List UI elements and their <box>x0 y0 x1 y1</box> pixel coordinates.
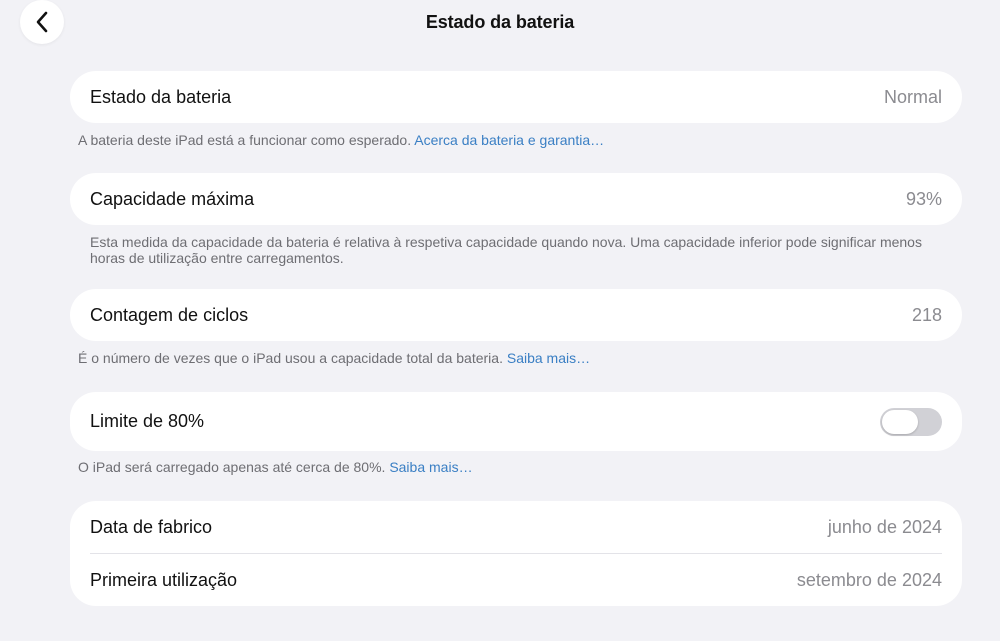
battery-state-note: A bateria deste iPad está a funcionar co… <box>78 132 412 148</box>
cycle-count-learn-more-link[interactable]: Saiba mais… <box>507 350 590 366</box>
dates-card: Data de fabrico junho de 2024 Primeira u… <box>70 501 962 606</box>
limit-80-learn-more-link[interactable]: Saiba mais… <box>389 459 472 475</box>
first-use-value: setembro de 2024 <box>796 569 942 590</box>
limit-80-toggle[interactable] <box>880 407 942 436</box>
cycle-count-card: Contagem de ciclos 218 <box>70 289 962 341</box>
limit-80-card: Limite de 80% <box>70 392 962 451</box>
manufacture-date-label: Data de fabrico <box>90 516 213 537</box>
max-capacity-value: 93% <box>905 188 942 209</box>
toggle-knob <box>882 409 918 434</box>
battery-state-value: Normal <box>883 86 942 107</box>
first-use-label: Primeira utilização <box>90 569 238 590</box>
battery-state-footnote: A bateria deste iPad está a funcionar co… <box>78 132 604 148</box>
limit-80-label: Limite de 80% <box>90 411 205 431</box>
limit-80-note: O iPad será carregado apenas até cerca d… <box>78 459 386 475</box>
max-capacity-footnote: Esta medida da capacidade da bateria é r… <box>90 234 950 266</box>
cycle-count-note: É o número de vezes que o iPad usou a ca… <box>78 350 503 366</box>
page-title: Estado da bateria <box>425 12 575 32</box>
cycle-count-footnote: É o número de vezes que o iPad usou a ca… <box>78 350 590 366</box>
manufacture-date-value: junho de 2024 <box>827 516 942 537</box>
manufacture-date-row: Data de fabrico junho de 2024 <box>70 501 962 553</box>
first-use-row: Primeira utilização setembro de 2024 <box>70 554 962 606</box>
battery-state-row: Estado da bateria Normal <box>70 71 962 123</box>
limit-80-row: Limite de 80% <box>70 392 962 451</box>
max-capacity-row: Capacidade máxima 93% <box>70 173 962 225</box>
battery-state-label: Estado da bateria <box>90 86 232 107</box>
max-capacity-card: Capacidade máxima 93% <box>70 173 962 225</box>
battery-warranty-link[interactable]: Acerca da bateria e garantia… <box>414 132 604 148</box>
max-capacity-label: Capacidade máxima <box>90 188 255 209</box>
cycle-count-row: Contagem de ciclos 218 <box>70 289 962 341</box>
battery-state-card: Estado da bateria Normal <box>70 71 962 123</box>
cycle-count-value: 218 <box>911 304 942 325</box>
limit-80-footnote: O iPad será carregado apenas até cerca d… <box>78 459 473 475</box>
max-capacity-note: Esta medida da capacidade da bateria é r… <box>90 234 922 266</box>
cycle-count-label: Contagem de ciclos <box>90 304 249 325</box>
